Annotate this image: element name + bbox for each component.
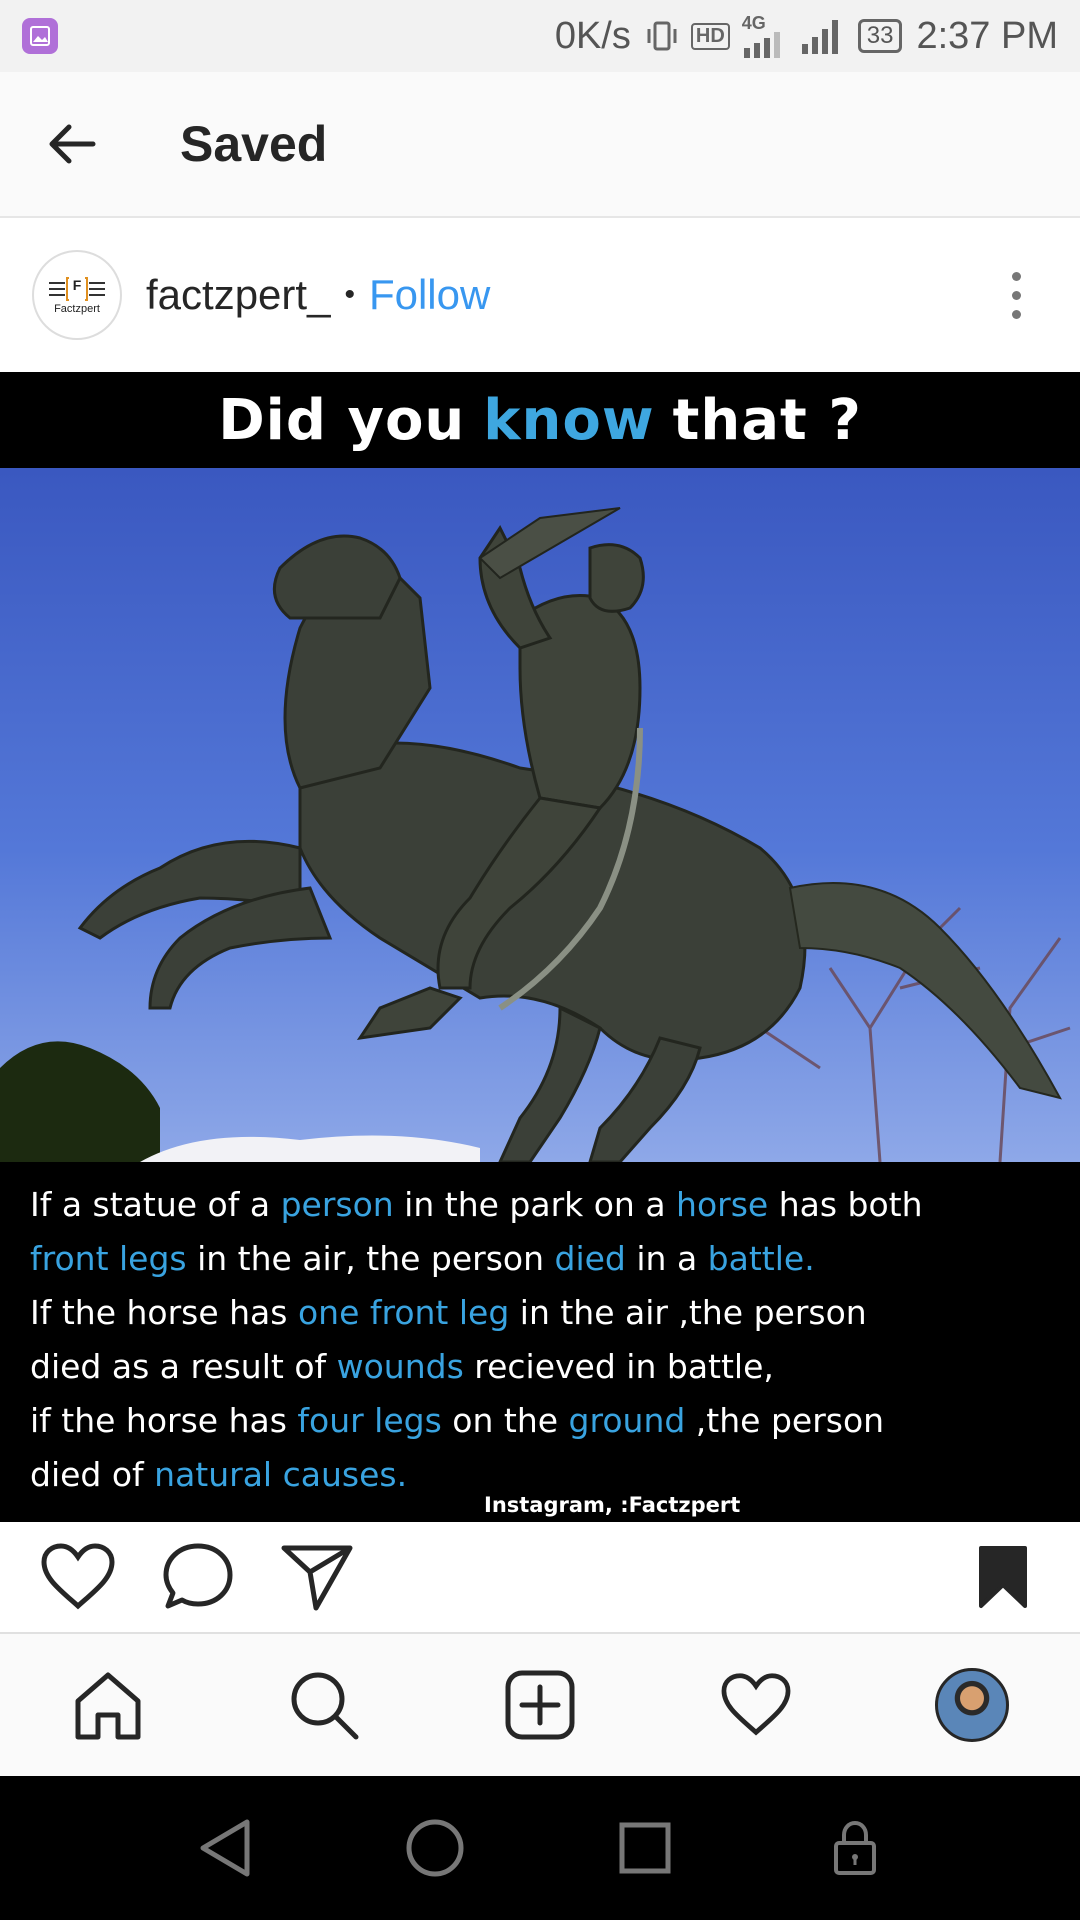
caption-text: died of: [30, 1455, 155, 1494]
bottom-nav: [0, 1632, 1080, 1776]
separator-dot: •: [344, 278, 355, 311]
system-nav-bar: [0, 1776, 1080, 1920]
heart-icon: [41, 1543, 115, 1610]
system-lock-button[interactable]: [820, 1813, 890, 1883]
caption-highlight: person: [280, 1185, 394, 1224]
caption-highlight: battle.: [707, 1239, 815, 1278]
app-bar: Saved: [0, 72, 1080, 218]
post-image[interactable]: Did you know that ? If a statue of a per…: [0, 372, 1080, 1522]
nav-home[interactable]: [58, 1655, 158, 1755]
triangle-back-icon: [200, 1819, 250, 1877]
caption-text: in a: [625, 1239, 708, 1278]
caption-text: in the air, the person: [186, 1239, 555, 1278]
caption-text: If the horse has: [30, 1293, 298, 1332]
vibrate-icon: [647, 21, 677, 51]
home-icon: [75, 1672, 141, 1740]
caption-highlight: died: [554, 1239, 626, 1278]
profile-avatar: [935, 1668, 1009, 1742]
back-button[interactable]: [36, 108, 108, 180]
caption-highlight: natural causes.: [154, 1455, 408, 1494]
save-button[interactable]: [978, 1545, 1028, 1609]
caption-text: has both: [768, 1185, 923, 1224]
caption-line: If the horse has one front leg in the ai…: [30, 1286, 1050, 1340]
comment-button[interactable]: [162, 1542, 234, 1612]
avatar-letter: F: [72, 277, 82, 293]
signal-icon: [743, 32, 780, 58]
caption-text: recieved in battle,: [463, 1347, 774, 1386]
caption-text: in the park on a: [393, 1185, 677, 1224]
plus-square-icon: [505, 1670, 575, 1740]
heading-text-1: Did you: [218, 387, 466, 453]
caption-text: on the: [441, 1401, 569, 1440]
caption-highlight: ground: [568, 1401, 686, 1440]
caption-text: If a statue of a: [30, 1185, 281, 1224]
system-recents-button[interactable]: [610, 1813, 680, 1883]
caption-highlight: wounds: [336, 1347, 464, 1386]
share-button[interactable]: [280, 1542, 354, 1612]
caption-text: in the air ,the person: [509, 1293, 867, 1332]
post-actions: [0, 1522, 1080, 1632]
status-bar: 0K/s HD 4G 33 2:37 PM: [0, 0, 1080, 72]
hd-badge: HD: [690, 22, 730, 50]
like-button[interactable]: [40, 1542, 116, 1612]
post-header: F Factzpert factzpert_ • Follow: [0, 218, 1080, 372]
nav-search[interactable]: [274, 1655, 374, 1755]
lock-icon: [834, 1820, 876, 1875]
follow-button[interactable]: Follow: [369, 271, 490, 319]
signal-icon-2: [801, 20, 838, 54]
statue-photo: [0, 468, 1080, 1162]
comment-icon: [163, 1543, 233, 1609]
clock: 2:37 PM: [916, 14, 1058, 57]
circle-home-icon: [406, 1819, 464, 1877]
caption-text: died as a result of: [30, 1347, 337, 1386]
search-icon: [291, 1672, 359, 1740]
page-title: Saved: [180, 116, 328, 172]
caption-line: died as a result of wounds recieved in b…: [30, 1340, 1050, 1394]
caption-line: If a statue of a person in the park on a…: [30, 1178, 1050, 1232]
bookmark-icon: [979, 1546, 1027, 1608]
nav-profile[interactable]: [922, 1655, 1022, 1755]
nav-activity[interactable]: [706, 1655, 806, 1755]
caption-text: if the horse has: [30, 1401, 298, 1440]
system-home-button[interactable]: [400, 1813, 470, 1883]
account-avatar[interactable]: F Factzpert: [32, 250, 122, 340]
gallery-notification-icon: [22, 18, 58, 54]
heading-text-2: that ?: [672, 387, 862, 453]
caption-text: ,the person: [685, 1401, 885, 1440]
image-watermark: Instagram, :Factzpert: [484, 1493, 741, 1517]
caption-highlight: front legs: [30, 1239, 187, 1278]
battery-indicator: 33: [857, 19, 903, 53]
heading-highlight: know: [483, 387, 655, 453]
avatar-brand: Factzpert: [54, 303, 100, 315]
image-heading: Did you know that ?: [0, 372, 1080, 468]
more-options-button[interactable]: [1006, 271, 1026, 319]
post-username[interactable]: factzpert_: [146, 271, 330, 319]
square-recents-icon: [619, 1822, 671, 1874]
caption-line: if the horse has four legs on the ground…: [30, 1394, 1050, 1448]
arrow-left-icon: [49, 124, 96, 164]
vertical-dots-icon: [1011, 271, 1021, 281]
caption-highlight: four legs: [297, 1401, 442, 1440]
heart-icon: [721, 1673, 791, 1736]
caption-highlight: horse: [676, 1185, 769, 1224]
image-caption: If a statue of a person in the park on a…: [0, 1162, 1080, 1522]
nav-new-post[interactable]: [490, 1655, 590, 1755]
caption-line: front legs in the air, the person died i…: [30, 1232, 1050, 1286]
network-speed: 0K/s: [554, 14, 631, 57]
caption-highlight: one front leg: [297, 1293, 510, 1332]
paper-plane-icon: [281, 1545, 353, 1611]
system-back-button[interactable]: [190, 1813, 260, 1883]
network-type: 4G: [741, 13, 766, 33]
